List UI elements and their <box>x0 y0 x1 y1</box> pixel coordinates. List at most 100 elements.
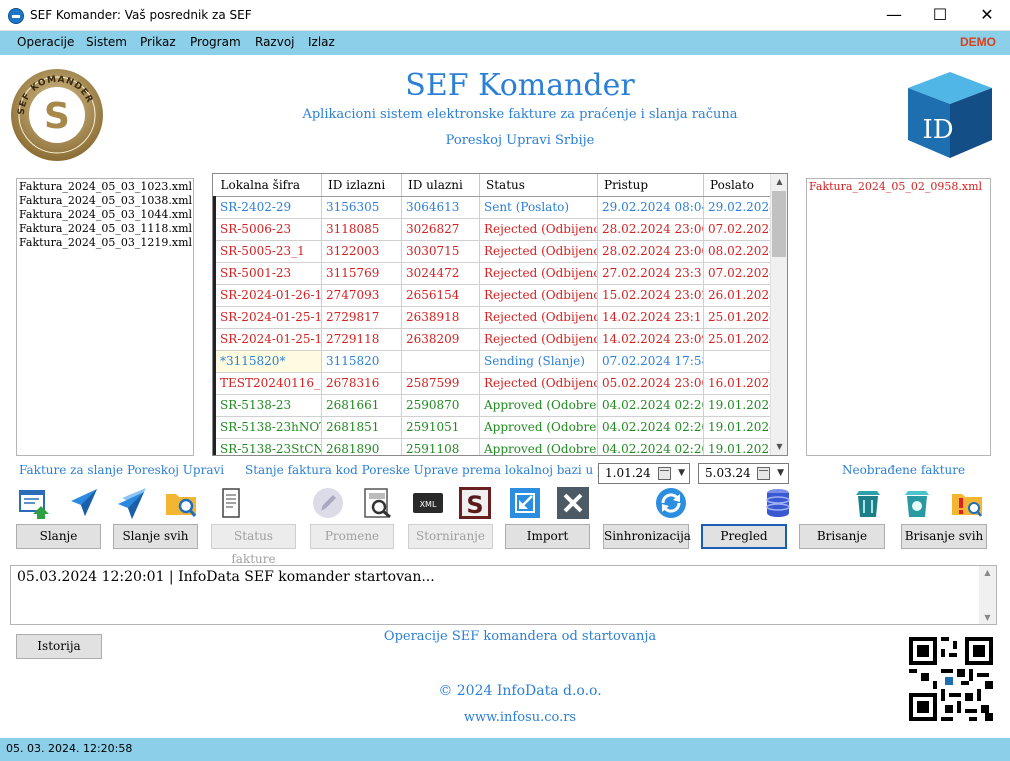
scroll-thumb[interactable] <box>772 191 786 257</box>
table-row[interactable]: SR-5005-23_1 3122003 3030715 Rejected (Odbi… <box>213 240 772 263</box>
date-from-picker[interactable]: 1.01.24 ▼ <box>598 463 690 484</box>
table-cell: 04.02.2024 02:20:07 <box>597 438 704 455</box>
history-button[interactable]: Istorija <box>16 634 102 659</box>
table-cell: SR-5138-23StCNay <box>213 438 322 455</box>
list-item[interactable]: Faktura_2024_05_03_1023.xml <box>19 180 192 194</box>
scroll-down-icon[interactable]: ▼ <box>771 439 787 455</box>
website-link[interactable]: www.infosu.co.rs <box>330 710 710 725</box>
receipt-icon[interactable] <box>214 486 248 520</box>
folder-search-icon[interactable] <box>164 486 198 520</box>
table-cell: SR-5138-23 <box>213 394 322 417</box>
delete-button[interactable]: Brisanje <box>799 524 885 549</box>
outgoing-files-list[interactable]: Faktura_2024_05_03_1023.xml Faktura_2024… <box>16 178 194 456</box>
table-row[interactable]: SR-5138-23StCNay26818902591108Approved (… <box>213 438 772 455</box>
column-header[interactable]: ID izlazni <box>321 174 402 197</box>
scroll-down-icon[interactable]: ▼ <box>979 613 996 622</box>
sync-button[interactable]: Sinhronizacija <box>603 524 691 549</box>
send-document-icon[interactable] <box>17 486 51 520</box>
menu-razvoj[interactable]: Razvoj <box>255 35 295 49</box>
column-header[interactable]: ID ulazni <box>401 174 480 197</box>
import-button[interactable]: Import <box>505 524 590 549</box>
table-cell: 27.02.2024 23:31:16 <box>597 262 704 285</box>
import-arrow-icon[interactable] <box>508 486 542 520</box>
list-item[interactable]: Faktura_2024_05_02_0958.xml <box>809 180 988 194</box>
menu-sistem[interactable]: Sistem <box>86 35 127 49</box>
menu-operacije[interactable]: Operacije <box>17 35 74 49</box>
table-cell: Rejected (Odbijeno) <box>479 284 598 307</box>
unprocessed-files-list[interactable]: Faktura_2024_05_02_0958.xml <box>806 178 991 456</box>
grid-scrollbar[interactable]: ▲ ▼ <box>770 174 787 455</box>
table-row[interactable]: *3115820* 3115820 Sending (Slanje) 07.02.20… <box>213 350 772 373</box>
close-button[interactable]: ✕ <box>964 0 1010 31</box>
delete-x-icon[interactable] <box>556 486 590 520</box>
table-cell: SR-2024-01-25-14... <box>213 306 322 329</box>
column-header[interactable]: Pristup <box>597 174 704 197</box>
table-row[interactable]: SR-5006-23 3118085 3026827 Rejected (Odbije… <box>213 218 772 241</box>
paper-plane-icon[interactable] <box>67 486 101 520</box>
paper-planes-icon[interactable] <box>114 486 148 520</box>
xml-chip-icon[interactable]: XML <box>411 486 445 520</box>
send-all-button[interactable]: Slanje svih <box>113 524 198 549</box>
table-cell: 15.02.2024 23:02:08 <box>597 284 704 307</box>
delete-all-button[interactable]: Brisanje svih <box>901 524 987 549</box>
storno-button[interactable]: Storniranje <box>408 524 493 549</box>
title-bar: SEF Komander: Vaš posrednik za SEF — ☐ ✕ <box>0 0 1010 31</box>
menu-program[interactable]: Program <box>190 35 241 49</box>
table-cell: Approved (Odobreno) <box>479 416 598 439</box>
folder-alert-icon[interactable] <box>950 486 984 520</box>
storno-s-icon[interactable]: S <box>458 486 492 520</box>
table-row[interactable]: SR-5138-23hNOT...26818512591051Approved … <box>213 416 772 439</box>
table-row[interactable]: TEST20240116_2626783162587599Rejected (O… <box>213 372 772 395</box>
log-scrollbar[interactable]: ▲ ▼ <box>979 566 996 624</box>
list-item[interactable]: Faktura_2024_05_03_1118.xml <box>19 222 192 236</box>
table-cell: 19.01.2024 <box>703 394 772 417</box>
review-button[interactable]: Pregled <box>701 524 787 549</box>
table-cell: SR-5006-23 <box>213 218 322 241</box>
calendar-icon[interactable] <box>658 467 671 480</box>
document-search-icon[interactable] <box>361 486 395 520</box>
table-row[interactable]: SR-2024-01-25-14...27298172638918Rejecte… <box>213 306 772 329</box>
log-textarea[interactable]: 05.03.2024 12:20:01 | InfoData SEF koman… <box>10 565 997 625</box>
pencil-icon[interactable] <box>311 486 345 520</box>
date-to-value: 5.03.24 <box>705 466 751 480</box>
list-item[interactable]: Faktura_2024_05_03_1044.xml <box>19 208 192 222</box>
menu-izlaz[interactable]: Izlaz <box>308 35 335 49</box>
list-item[interactable]: Faktura_2024_05_03_1219.xml <box>19 236 192 250</box>
table-cell: 2747093 <box>321 284 402 307</box>
table-row[interactable]: SR-2024-01-25-14...27291182638209Rejecte… <box>213 328 772 351</box>
menu-prikaz[interactable]: Prikaz <box>140 35 176 49</box>
calendar-icon[interactable] <box>757 467 770 480</box>
table-row[interactable]: SR-2024-01-26-11...27470932656154Rejecte… <box>213 284 772 307</box>
scroll-up-icon[interactable]: ▲ <box>771 174 787 190</box>
changes-button[interactable]: Promene <box>310 524 394 549</box>
log-line: 05.03.2024 12:20:01 | InfoData SEF koman… <box>17 569 435 585</box>
date-to-picker[interactable]: 5.03.24 ▼ <box>698 463 789 484</box>
date-from-value: 1.01.24 <box>605 466 651 480</box>
invoice-grid[interactable]: Lokalna šifra ID izlazni ID ulazni Statu… <box>212 173 788 456</box>
table-cell: 2681661 <box>321 394 402 417</box>
column-header[interactable]: Lokalna šifra <box>214 174 322 197</box>
minimize-button[interactable]: — <box>871 0 917 31</box>
table-cell: 2587599 <box>401 372 480 395</box>
chevron-down-icon[interactable]: ▼ <box>777 464 784 483</box>
column-header[interactable]: Status <box>479 174 598 197</box>
table-row[interactable]: SR-2402-29 3156305 3064613 Sent (Poslato) 29… <box>213 196 772 219</box>
scroll-up-icon[interactable]: ▲ <box>979 568 996 577</box>
table-row[interactable]: SR-5001-23 3115769 3024472 Rejected (Odbije… <box>213 262 772 285</box>
invoice-status-button[interactable]: Status fakture <box>211 524 296 566</box>
sync-icon[interactable] <box>654 486 688 520</box>
table-cell: 08.02.2024 <box>703 240 772 263</box>
chevron-down-icon[interactable]: ▼ <box>678 464 685 483</box>
grid-header: Lokalna šifra ID izlazni ID ulazni Statu… <box>214 174 772 197</box>
list-item[interactable]: Faktura_2024_05_03_1038.xml <box>19 194 192 208</box>
table-cell: 25.01.2024 <box>703 306 772 329</box>
bin-icon[interactable] <box>851 486 885 520</box>
bin-all-icon[interactable] <box>900 486 934 520</box>
database-icon[interactable] <box>761 486 795 520</box>
send-button[interactable]: Slanje <box>16 524 101 549</box>
table-cell: 2638918 <box>401 306 480 329</box>
table-row[interactable]: SR-5138-23 2681661 2590870 Approved (Odobre… <box>213 394 772 417</box>
column-header[interactable]: Poslato <box>703 174 772 197</box>
table-cell: 19.01.2024 <box>703 416 772 439</box>
maximize-button[interactable]: ☐ <box>917 0 963 31</box>
